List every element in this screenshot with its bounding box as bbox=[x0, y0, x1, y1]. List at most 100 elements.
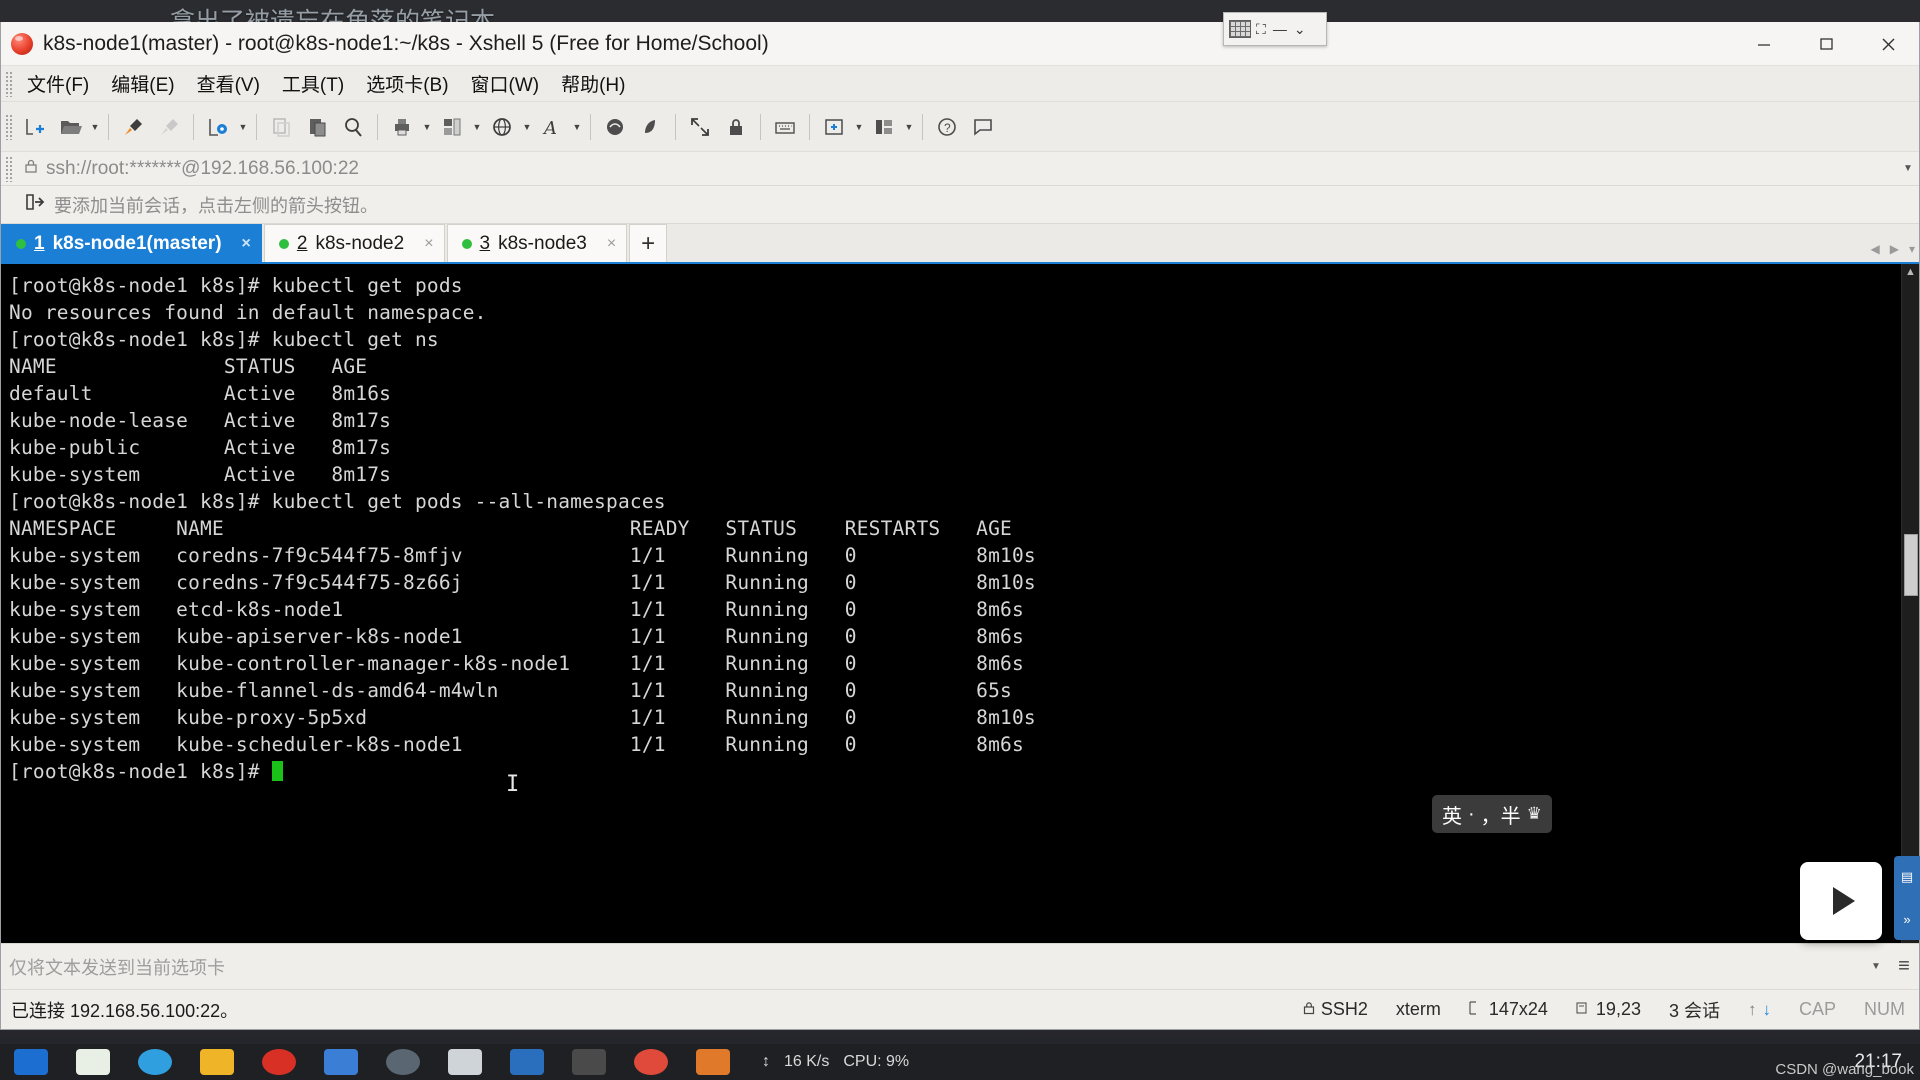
copy-button[interactable] bbox=[263, 109, 299, 145]
menu-file[interactable]: 文件(F) bbox=[16, 65, 100, 102]
scroll-up-icon[interactable]: ▲ bbox=[1905, 264, 1916, 281]
menu-view[interactable]: 查看(V) bbox=[186, 65, 271, 102]
layout-button[interactable] bbox=[434, 109, 470, 145]
session-properties-button[interactable] bbox=[200, 109, 236, 145]
tab-k8s-node3[interactable]: 3 k8s-node3 × bbox=[446, 224, 628, 262]
font-button[interactable]: A bbox=[534, 109, 570, 145]
maximize-button[interactable] bbox=[1795, 22, 1857, 66]
fullscreen-button[interactable] bbox=[682, 109, 718, 145]
session-properties-caret-icon[interactable]: ▼ bbox=[236, 109, 250, 145]
scrollbar-thumb[interactable] bbox=[1904, 534, 1918, 596]
cursor-pos-icon bbox=[1576, 999, 1590, 1020]
restore-icon[interactable]: ⛶ bbox=[1254, 21, 1268, 38]
taskbar-icon-7[interactable] bbox=[386, 1049, 420, 1075]
send-dropdown-icon[interactable]: ▼ bbox=[1863, 961, 1889, 972]
xagent-button[interactable] bbox=[633, 109, 669, 145]
search-button[interactable] bbox=[335, 109, 371, 145]
comment-button[interactable] bbox=[965, 109, 1001, 145]
sidebar-tool-panel[interactable]: ▤ » bbox=[1894, 856, 1920, 940]
taskbar-icon-11[interactable] bbox=[634, 1049, 668, 1075]
tab-k8s-node2[interactable]: 2 k8s-node2 × bbox=[263, 224, 445, 262]
disconnect-button[interactable] bbox=[151, 109, 187, 145]
close-button[interactable] bbox=[1857, 22, 1919, 66]
address-dropdown-icon[interactable]: ▼ bbox=[1897, 163, 1919, 174]
add-session-arrow-icon[interactable] bbox=[25, 193, 45, 216]
open-session-caret-icon[interactable]: ▼ bbox=[88, 109, 102, 145]
menu-tools[interactable]: 工具(T) bbox=[271, 65, 355, 102]
font-caret-icon[interactable]: ▼ bbox=[570, 109, 584, 145]
terminal-output[interactable]: [root@k8s-node1 k8s]# kubectl get pods N… bbox=[1, 264, 1901, 943]
lock-icon bbox=[24, 158, 38, 180]
tab-close-icon[interactable]: × bbox=[412, 235, 433, 253]
terminal-line: NAME STATUS AGE bbox=[9, 355, 368, 378]
minimize-icon[interactable]: — bbox=[1271, 21, 1289, 37]
taskbar-icon-6[interactable] bbox=[324, 1049, 358, 1075]
addressbar-grip[interactable] bbox=[5, 155, 14, 182]
send-command-input[interactable]: 仅将文本发送到当前选项卡 bbox=[9, 952, 1859, 982]
globe-caret-icon[interactable]: ▼ bbox=[520, 109, 534, 145]
globe-button[interactable] bbox=[484, 109, 520, 145]
mouse-ibeam-cursor-icon: I bbox=[506, 772, 520, 797]
tab-close-icon[interactable]: × bbox=[230, 235, 251, 253]
new-session-button[interactable] bbox=[16, 109, 52, 145]
address-bar[interactable]: ssh://root:*******@192.168.56.100:22 ▼ bbox=[1, 152, 1919, 186]
toolbar-separator bbox=[809, 113, 810, 140]
tab-label: k8s-node3 bbox=[498, 232, 587, 254]
floating-mini-toolbar[interactable]: ⛶ — ⌄ bbox=[1223, 12, 1327, 46]
menu-tabs[interactable]: 选项卡(B) bbox=[355, 65, 459, 102]
lock-button[interactable] bbox=[718, 109, 754, 145]
open-session-button[interactable] bbox=[52, 109, 88, 145]
taskbar-icon-2[interactable] bbox=[76, 1049, 110, 1075]
sidebar-expand-icon[interactable]: » bbox=[1903, 912, 1910, 927]
taskbar-icon-10[interactable] bbox=[572, 1049, 606, 1075]
tab-close-icon[interactable]: × bbox=[595, 235, 616, 253]
menu-edit[interactable]: 编辑(E) bbox=[100, 65, 185, 102]
taskbar-icon-5[interactable] bbox=[262, 1049, 296, 1075]
layout-caret-icon[interactable]: ▼ bbox=[470, 109, 484, 145]
taskbar-icon-12[interactable] bbox=[696, 1049, 730, 1075]
minimize-button[interactable] bbox=[1733, 22, 1795, 66]
keyboard-button[interactable] bbox=[767, 109, 803, 145]
menu-help[interactable]: 帮助(H) bbox=[550, 65, 636, 102]
add-box-button[interactable] bbox=[816, 109, 852, 145]
ime-indicator[interactable]: 英 · ，半 ♛ bbox=[1432, 795, 1552, 833]
tab-k8s-node1[interactable]: 1 k8s-node1(master) × bbox=[1, 224, 262, 262]
new-tab-button[interactable]: + bbox=[629, 224, 668, 262]
csdn-watermark: CSDN @wang_book bbox=[1775, 1061, 1914, 1078]
keyboard-grid-icon[interactable] bbox=[1229, 20, 1251, 38]
toolbar-grip[interactable] bbox=[5, 113, 14, 140]
taskbar-icon-8[interactable] bbox=[448, 1049, 482, 1075]
taskbar-icon-3[interactable] bbox=[138, 1049, 172, 1075]
tab-nav-controls: ◀ ▶ ▾ bbox=[1871, 242, 1916, 256]
play-video-icon[interactable] bbox=[1833, 887, 1855, 915]
split-view-caret-icon[interactable]: ▼ bbox=[902, 109, 916, 145]
terminal-line: kube-system coredns-7f9c544f75-8z66j 1/1… bbox=[9, 571, 1036, 594]
tab-scroll-next-icon[interactable]: ▶ bbox=[1890, 242, 1899, 256]
split-view-button[interactable] bbox=[866, 109, 902, 145]
print-caret-icon[interactable]: ▼ bbox=[420, 109, 434, 145]
send-menu-icon[interactable]: ≡ bbox=[1889, 955, 1919, 978]
tab-scroll-prev-icon[interactable]: ◀ bbox=[1871, 242, 1880, 256]
xftp-button[interactable] bbox=[597, 109, 633, 145]
help-button[interactable]: ? bbox=[929, 109, 965, 145]
tab-strip: 1 k8s-node1(master) × 2 k8s-node2 × 3 k8… bbox=[1, 224, 1919, 264]
tab-number: 2 bbox=[296, 232, 308, 254]
paste-button[interactable] bbox=[299, 109, 335, 145]
address-input[interactable]: ssh://root:*******@192.168.56.100:22 bbox=[16, 152, 1897, 186]
gem-icon: ♛ bbox=[1526, 804, 1542, 823]
taskbar-icon-4[interactable] bbox=[200, 1049, 234, 1075]
tab-list-menu-icon[interactable]: ▾ bbox=[1909, 242, 1915, 256]
print-button[interactable] bbox=[384, 109, 420, 145]
tab-number: 3 bbox=[479, 232, 491, 254]
network-stats[interactable]: ↕ 16 K/s CPU: 9% bbox=[762, 1053, 909, 1071]
add-box-caret-icon[interactable]: ▼ bbox=[852, 109, 866, 145]
taskbar-icon-1[interactable] bbox=[14, 1049, 48, 1075]
connect-button[interactable] bbox=[115, 109, 151, 145]
taskbar-icon-9[interactable] bbox=[510, 1049, 544, 1075]
sidebar-tool-icon[interactable]: ▤ bbox=[1901, 869, 1913, 885]
chevron-down-icon[interactable]: ⌄ bbox=[1292, 21, 1308, 38]
menubar-grip[interactable] bbox=[5, 70, 14, 97]
terminal-scrollbar[interactable]: ▲ bbox=[1901, 264, 1919, 943]
menu-window[interactable]: 窗口(W) bbox=[460, 65, 551, 102]
video-player-widget[interactable] bbox=[1800, 862, 1882, 940]
